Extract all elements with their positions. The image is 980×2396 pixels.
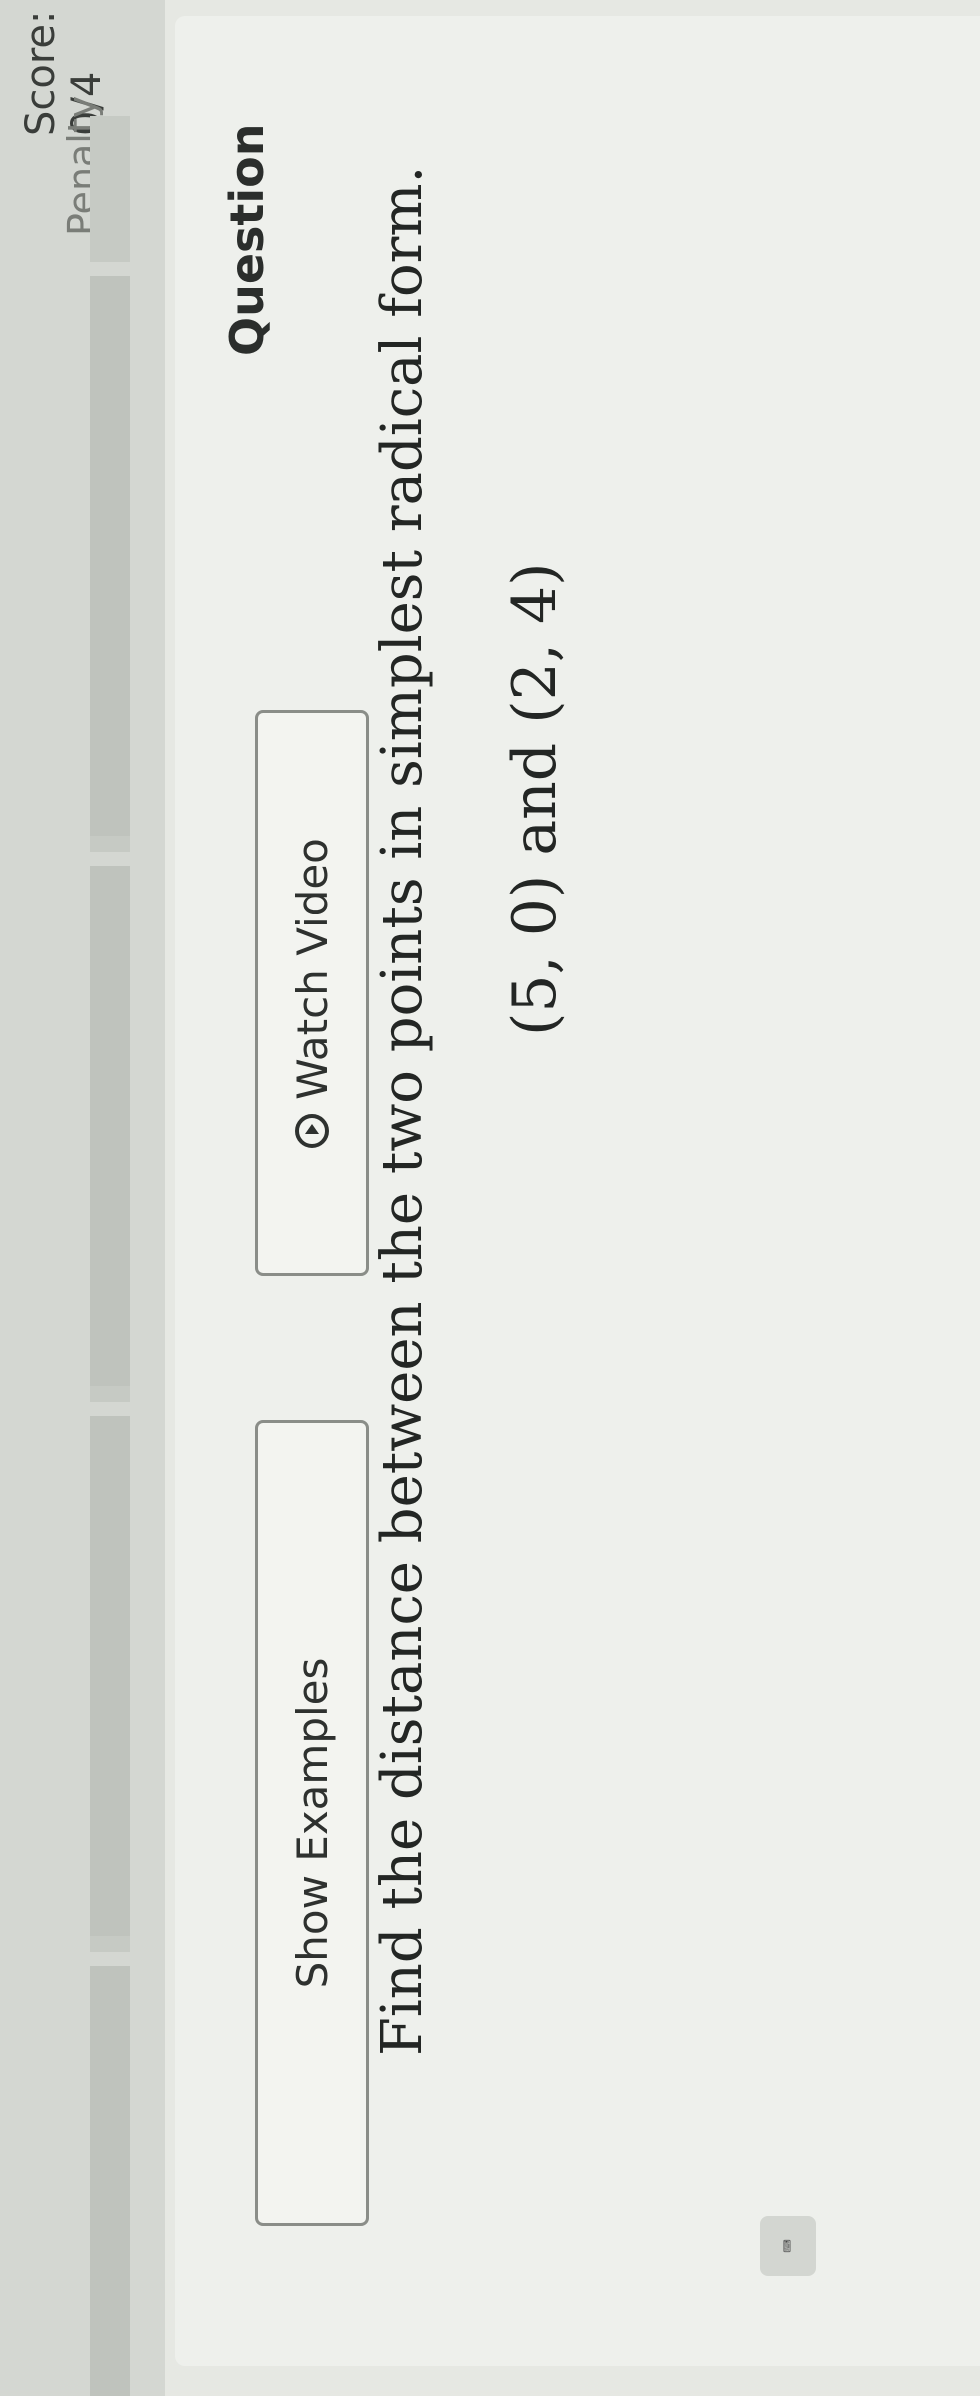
show-examples-label: Show Examples	[287, 1657, 337, 1989]
progress-segment	[90, 852, 130, 1386]
question-points: (5, 0) and (2, 4)	[500, 562, 570, 1036]
question-heading: Question	[220, 123, 274, 356]
progress-segment	[90, 1952, 130, 2396]
watch-video-button[interactable]: Watch Video	[255, 710, 369, 1276]
play-circle-icon	[295, 1113, 329, 1148]
top-bar: Score: 0/4 Penalty	[0, 0, 165, 2396]
watch-video-label: Watch Video	[287, 838, 337, 1100]
app-screen: Score: 0/4 Penalty Question Watch Video …	[0, 0, 980, 2396]
question-prompt: Find the distance between the two points…	[370, 165, 435, 2056]
keyboard-icon[interactable]: ⌨	[760, 2216, 816, 2276]
progress-bar	[90, 116, 130, 2396]
show-examples-button[interactable]: Show Examples	[255, 1420, 369, 2226]
progress-segment	[90, 262, 130, 836]
progress-segment	[90, 1402, 130, 1936]
